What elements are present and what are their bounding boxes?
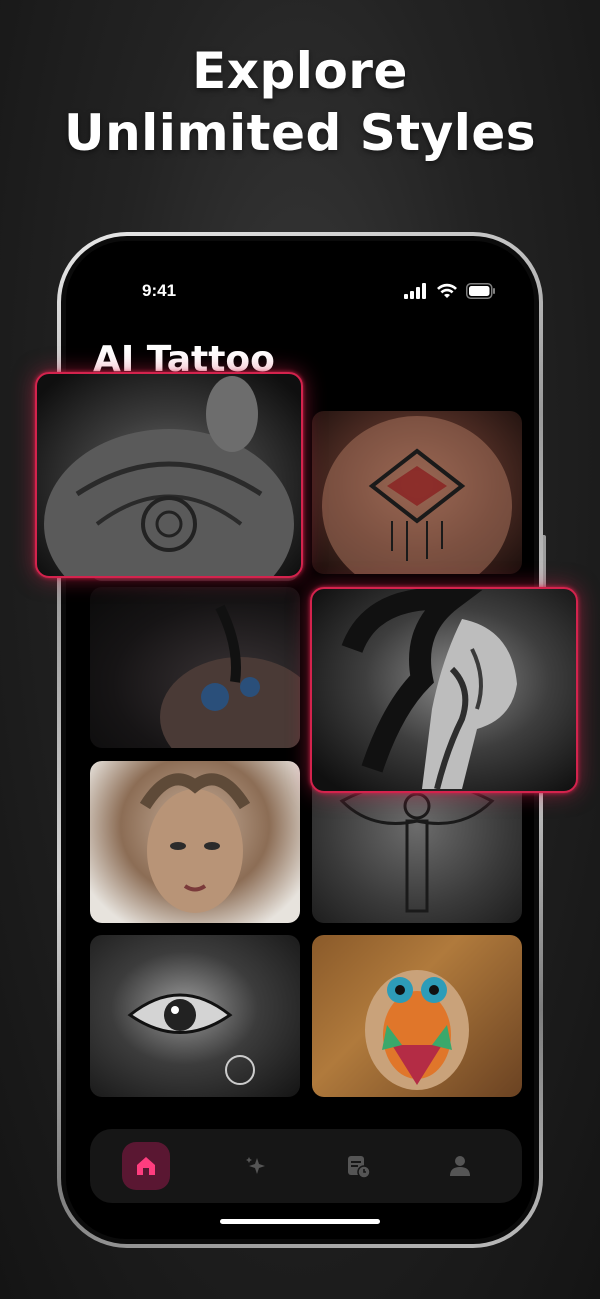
medusa-tattoo-art: [139, 773, 251, 913]
history-icon: [348, 1156, 370, 1178]
gallery-tile-7[interactable]: [90, 935, 300, 1097]
signal-icon: [404, 283, 426, 299]
sparkle-icon: [246, 1157, 265, 1174]
featured-card-face-neck[interactable]: [310, 587, 578, 793]
gallery-tile-8[interactable]: [312, 935, 522, 1097]
status-time: 9:41: [142, 281, 177, 300]
tab-history[interactable]: [334, 1142, 382, 1190]
gallery-tile-5[interactable]: [90, 761, 300, 923]
geometric-tattoo-art: [322, 416, 512, 574]
floral-tattoo-art: [160, 604, 300, 748]
wifi-icon: [437, 283, 457, 298]
tab-home[interactable]: [122, 1142, 170, 1190]
gallery-tile-3[interactable]: [90, 587, 300, 748]
eye-tattoo-art: [127, 993, 255, 1085]
gallery-tile-2[interactable]: [312, 411, 522, 574]
profile-icon: [450, 1156, 470, 1176]
owl-tattoo-art: [365, 970, 469, 1090]
featured-card-mandala-back[interactable]: [35, 372, 303, 578]
home-icon: [137, 1157, 155, 1175]
face-neck-tattoo-art: [341, 589, 517, 790]
mandala-back-tattoo-art: [44, 376, 294, 576]
headline: Explore Unlimited Styles: [0, 40, 600, 164]
home-indicator: [220, 1219, 380, 1224]
battery-icon: [466, 283, 495, 299]
headline-line-1: Explore: [192, 42, 408, 100]
headline-line-2: Unlimited Styles: [63, 104, 537, 162]
tab-profile[interactable]: [436, 1142, 484, 1190]
tab-create[interactable]: [232, 1142, 280, 1190]
bottom-tab-bar: [90, 1129, 522, 1203]
